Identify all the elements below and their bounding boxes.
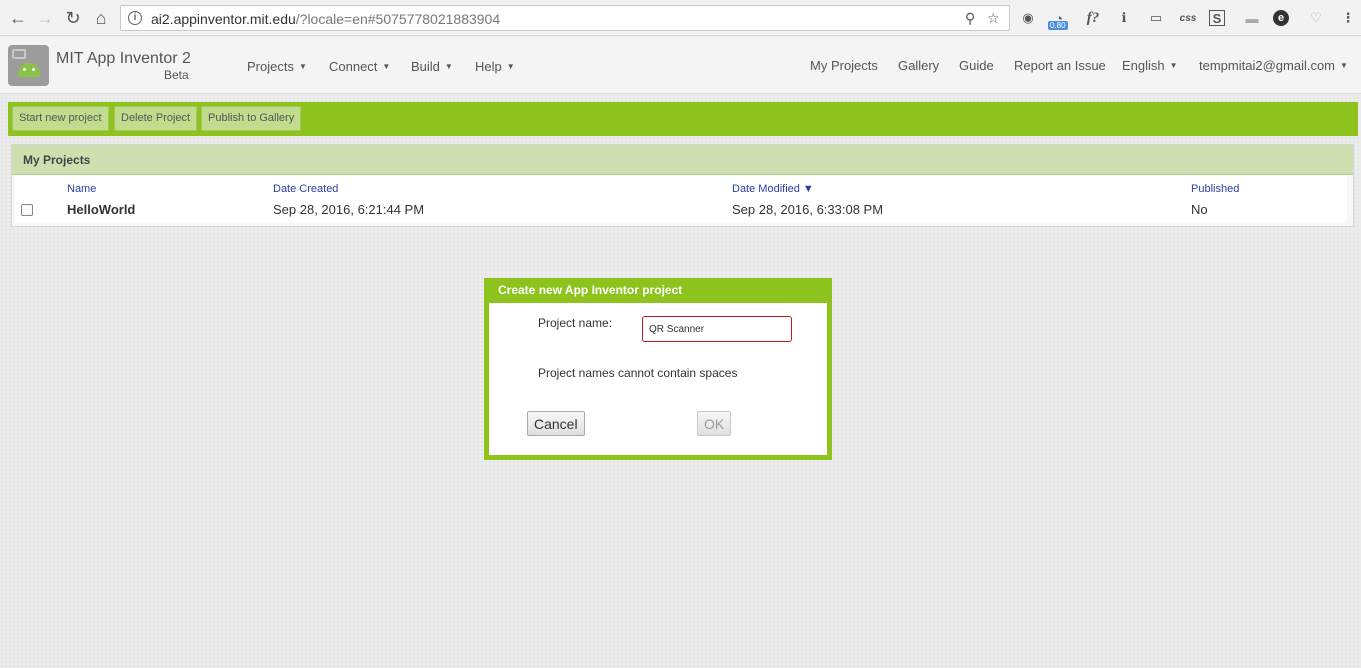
dialog-body: Project name: Project names cannot conta…: [489, 303, 827, 455]
row-checkbox[interactable]: [21, 204, 33, 216]
app-header: MIT App Inventor 2 Beta Projects ▼ Connec…: [0, 37, 1361, 94]
e-extension-icon[interactable]: e: [1273, 10, 1289, 26]
home-icon[interactable]: ⌂: [89, 6, 113, 30]
my-projects-panel: My Projects Name Date Created Date Modif…: [11, 144, 1354, 227]
url-path: /?locale=en#5075778021883904: [295, 11, 501, 27]
language-label: English: [1122, 58, 1165, 73]
cast-icon[interactable]: ▭: [1145, 7, 1167, 29]
create-project-dialog: Create new App Inventor project Project …: [484, 278, 832, 460]
account-email: tempmitai2@gmail.com: [1199, 58, 1336, 73]
link-report-issue[interactable]: Report an Issue: [1014, 58, 1106, 73]
menu-help[interactable]: Help ▼: [475, 59, 515, 74]
caret-down-icon: ▼: [444, 62, 453, 71]
brand-subtitle: Beta: [164, 68, 189, 82]
camera-icon[interactable]: ◉: [1017, 7, 1039, 29]
android-icon: [18, 63, 40, 77]
address-bar[interactable]: i ai2.appinventor.mit.edu/?locale=en#507…: [120, 5, 1010, 31]
column-published[interactable]: Published: [1191, 183, 1239, 195]
menu-connect[interactable]: Connect ▼: [329, 59, 390, 74]
link-my-projects[interactable]: My Projects: [810, 58, 878, 73]
menu-projects[interactable]: Projects ▼: [247, 59, 307, 74]
caret-down-icon: ▼: [382, 62, 391, 71]
info-icon[interactable]: i: [128, 11, 142, 25]
published-cell: No: [1191, 202, 1208, 217]
speed-extension-icon[interactable]: ◔ 0.80: [1048, 7, 1070, 30]
project-name-cell[interactable]: HelloWorld: [67, 202, 135, 217]
caret-down-icon: ▼: [506, 62, 515, 71]
minus-extension-icon[interactable]: ▬: [1241, 7, 1263, 29]
reload-icon[interactable]: ↻: [61, 6, 85, 30]
forward-icon[interactable]: →: [33, 6, 57, 30]
css-icon[interactable]: css: [1177, 7, 1199, 29]
formula-icon[interactable]: f?: [1082, 7, 1104, 29]
key-icon[interactable]: ⚲: [965, 10, 975, 27]
menu-label: Projects: [247, 59, 294, 74]
back-icon[interactable]: ←: [6, 6, 30, 30]
date-modified-cell: Sep 28, 2016, 6:33:08 PM: [732, 202, 884, 217]
column-name[interactable]: Name: [67, 183, 96, 195]
caret-down-icon: ▼: [1169, 61, 1178, 70]
menu-label: Help: [475, 59, 502, 74]
shield-icon[interactable]: ♡: [1305, 7, 1327, 29]
dialog-title: Create new App Inventor project: [498, 283, 683, 297]
menu-label: Build: [411, 59, 440, 74]
caret-down-icon: ▼: [1340, 61, 1348, 70]
account-menu[interactable]: tempmitai2@gmail.com ▼: [1199, 58, 1348, 73]
menu-build[interactable]: Build ▼: [411, 59, 453, 74]
language-menu[interactable]: English ▼: [1122, 58, 1178, 73]
link-gallery[interactable]: Gallery: [898, 58, 939, 73]
url-text[interactable]: ai2.appinventor.mit.edu/?locale=en#50757…: [151, 11, 500, 27]
project-name-input[interactable]: [642, 316, 792, 342]
start-new-project-button[interactable]: Start new project: [12, 106, 109, 131]
s-extension-icon[interactable]: S: [1209, 10, 1225, 26]
date-created-cell: Sep 28, 2016, 6:21:44 PM: [273, 202, 425, 217]
info-extension-icon[interactable]: ℹ: [1113, 7, 1135, 29]
brand-title: MIT App Inventor 2: [56, 50, 191, 67]
link-guide[interactable]: Guide: [959, 58, 994, 73]
project-name-label: Project name:: [538, 316, 613, 330]
app-inventor-logo[interactable]: [8, 45, 49, 86]
projects-header: My Projects: [12, 145, 1353, 175]
projects-title: My Projects: [23, 153, 91, 167]
column-date-created[interactable]: Date Created: [273, 183, 338, 195]
ok-button[interactable]: OK: [697, 411, 732, 436]
projects-table: Name Date Created Date Modified ▼ Publis…: [15, 176, 1347, 223]
project-toolbar: Start new project Delete Project Publish…: [8, 102, 1358, 136]
browser-toolbar: ← → ↻ ⌂ i ai2.appinventor.mit.edu/?local…: [0, 0, 1361, 36]
publish-to-gallery-button[interactable]: Publish to Gallery: [201, 106, 302, 131]
menu-label: Connect: [329, 59, 378, 74]
column-date-modified[interactable]: Date Modified ▼: [732, 183, 814, 195]
caret-down-icon: ▼: [298, 62, 307, 71]
delete-project-button[interactable]: Delete Project: [114, 106, 198, 131]
logo-grid: [12, 49, 26, 59]
url-host: ai2.appinventor.mit.edu: [151, 11, 296, 27]
extension-badge: 0.80: [1048, 21, 1068, 30]
browser-menu-icon[interactable]: ⋮: [1337, 7, 1359, 29]
error-message: Project names cannot contain spaces: [538, 366, 738, 380]
cancel-button[interactable]: Cancel: [527, 411, 585, 436]
star-icon[interactable]: ☆: [987, 10, 1000, 27]
